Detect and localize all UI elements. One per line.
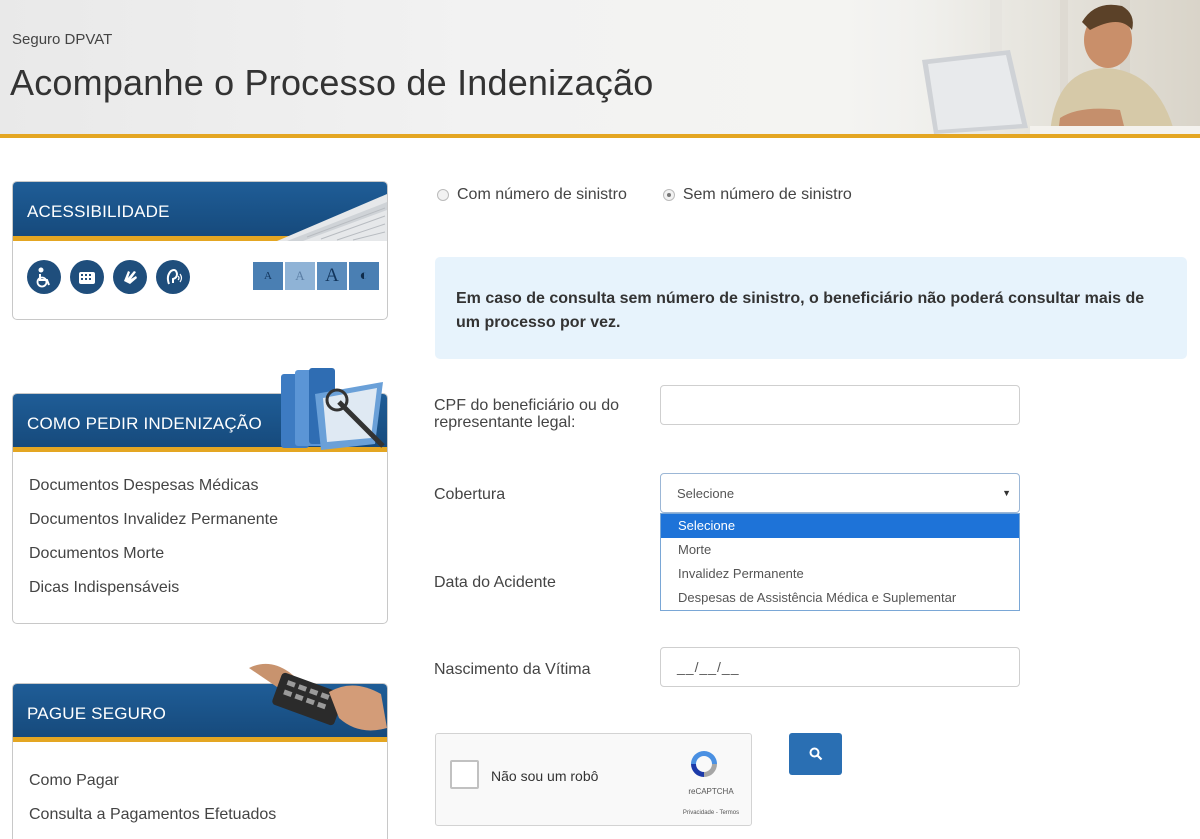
folders-illustration — [281, 368, 385, 450]
link-documentos-invalidez-permanente[interactable]: Documentos Invalidez Permanente — [29, 503, 371, 537]
search-icon — [809, 747, 822, 761]
recaptcha-icon — [691, 751, 717, 777]
pague-seguro-links: Como Pagar Consulta a Pagamentos Efetuad… — [13, 742, 387, 832]
font-normal-button[interactable]: A — [285, 262, 315, 290]
cobertura-dropdown: Selecione Morte Invalidez Permanente Des… — [660, 513, 1020, 611]
page-title: Acompanhe o Processo de Indenização — [10, 62, 654, 103]
como-pedir-title: COMO PEDIR INDENIZAÇÃO — [27, 414, 262, 433]
como-pedir-links: Documentos Despesas Médicas Documentos I… — [13, 452, 387, 605]
accessibility-header: ACESSIBILIDADE — [13, 182, 387, 241]
cobertura-select[interactable]: Selecione ▼ — [660, 473, 1020, 513]
font-decrease-button[interactable]: A — [253, 262, 283, 290]
cpf-label: CPF do beneficiário ou do representante … — [434, 397, 619, 431]
nascimento-label: Nascimento da Vítima — [434, 661, 591, 678]
hero-photo — [890, 0, 1200, 134]
como-pedir-panel: COMO PEDIR INDENIZAÇÃO Documentos Despes… — [12, 368, 388, 624]
link-consulta-pagamentos[interactable]: Consulta a Pagamentos Efetuados — [29, 798, 371, 832]
recaptcha-terms-link[interactable]: Privacidade - Termos — [676, 810, 746, 816]
accessibility-icons — [27, 260, 190, 294]
cobertura-label: Cobertura — [434, 486, 506, 503]
contrast-icon[interactable]: ◐ — [349, 262, 379, 290]
chevron-down-icon: ▼ — [1002, 488, 1011, 498]
accessibility-title: ACESSIBILIDADE — [27, 202, 170, 221]
recaptcha-widget: Não sou um robô reCAPTCHA Privacidade - … — [435, 733, 752, 826]
option-invalidez-permanente[interactable]: Invalidez Permanente — [661, 562, 1019, 586]
recaptcha-checkbox[interactable] — [450, 760, 479, 789]
option-morte[interactable]: Morte — [661, 538, 1019, 562]
recaptcha-brand: reCAPTCHA — [688, 787, 734, 796]
info-alert: Em caso de consulta sem número de sinist… — [435, 257, 1187, 359]
sign-language-icon[interactable] — [113, 260, 147, 294]
accessibility-panel: ACESSIBILIDADE A A A ◐ — [12, 181, 388, 320]
pague-seguro-panel: PAGUE SEGURO Como Pagar Consulta a Pagam… — [12, 663, 388, 839]
calculator-hands-illustration — [249, 663, 387, 731]
consulta-type-radios: Com número de sinistro Sem número de sin… — [437, 186, 888, 204]
data-acidente-label: Data do Acidente — [434, 574, 556, 591]
header-subtitle: Seguro DPVAT — [12, 31, 113, 48]
radio-com-numero[interactable]: Com número de sinistro — [437, 186, 627, 204]
font-increase-button[interactable]: A — [317, 262, 347, 290]
cobertura-selected-value: Selecione — [677, 486, 735, 501]
wheelchair-icon[interactable] — [27, 260, 61, 294]
option-despesas-medicas[interactable]: Despesas de Assistência Médica e Supleme… — [661, 586, 1019, 610]
link-documentos-despesas-medicas[interactable]: Documentos Despesas Médicas — [29, 469, 371, 503]
link-documentos-morte[interactable]: Documentos Morte — [29, 537, 371, 571]
option-selecione[interactable]: Selecione — [661, 514, 1019, 538]
cpf-input[interactable] — [660, 385, 1020, 425]
nascimento-input[interactable]: __/__/__ — [660, 647, 1020, 687]
keyboard-illustration — [277, 194, 387, 241]
radio-com-numero-label: Com número de sinistro — [457, 186, 627, 203]
radio-sem-numero-label: Sem número de sinistro — [682, 186, 852, 203]
audio-icon[interactable] — [156, 260, 190, 294]
radio-sem-numero[interactable]: Sem número de sinistro — [662, 186, 852, 204]
link-como-pagar[interactable]: Como Pagar — [29, 764, 371, 798]
page-header: Seguro DPVAT Acompanhe o Processo de Ind… — [0, 0, 1200, 138]
keyboard-icon[interactable] — [70, 260, 104, 294]
recaptcha-label: Não sou um robô — [491, 768, 599, 784]
pague-seguro-title: PAGUE SEGURO — [27, 704, 167, 723]
font-size-controls: A A A ◐ — [253, 262, 379, 290]
search-button[interactable] — [789, 733, 842, 775]
radio-button-selected[interactable] — [662, 189, 675, 201]
radio-button-unselected[interactable] — [437, 189, 449, 201]
link-dicas-indispensaveis[interactable]: Dicas Indispensáveis — [29, 571, 371, 605]
